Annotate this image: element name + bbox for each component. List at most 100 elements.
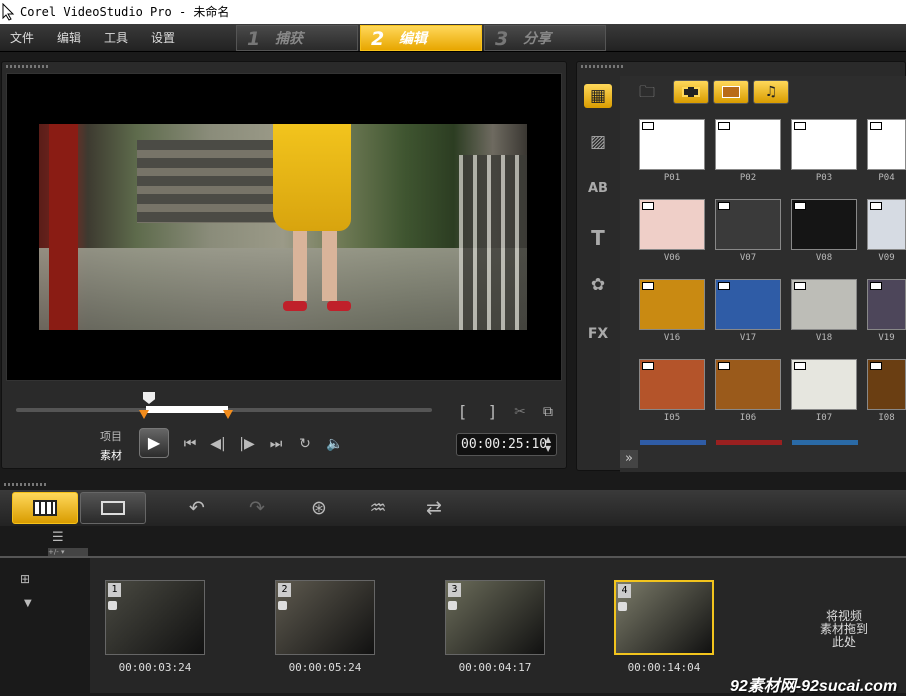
library-thumbnail[interactable]: [639, 119, 705, 170]
storyboard-clip[interactable]: 2: [275, 580, 375, 655]
thumbnail-label: P02: [739, 173, 757, 183]
thumbnail-label: V08: [815, 253, 833, 263]
menu-edit[interactable]: 编辑: [57, 24, 81, 52]
video-filter-icon: [682, 87, 700, 97]
thumbnail-label: P01: [663, 173, 681, 183]
menu-file[interactable]: 文件: [10, 24, 34, 52]
show-video-tab[interactable]: [673, 80, 709, 104]
film-strip-icon: [642, 202, 654, 210]
trim-out-marker[interactable]: [223, 410, 233, 419]
menu-settings[interactable]: 设置: [151, 24, 175, 52]
repeat-icon[interactable]: ↻: [294, 433, 316, 455]
library-thumbnail[interactable]: [791, 279, 857, 330]
end-icon[interactable]: ⏭: [265, 433, 287, 455]
graphic-icon[interactable]: ✿: [584, 273, 612, 297]
thumbnail-label: V09: [878, 253, 895, 263]
library-thumbnail[interactable]: [639, 359, 705, 410]
library-thumbnail[interactable]: [715, 279, 781, 330]
mark-in-button[interactable]: [: [452, 401, 474, 423]
split-clip-icon[interactable]: ✂: [509, 401, 531, 423]
show-audio-tab[interactable]: ♫: [753, 80, 789, 104]
library-thumbnail[interactable]: [639, 199, 705, 250]
film-strip-icon: [718, 122, 730, 130]
storyboard-view-button[interactable]: [12, 492, 78, 524]
step-tab-capture[interactable]: 1 捕获: [236, 25, 358, 51]
library-thumbnail[interactable]: [715, 119, 781, 170]
film-strip-icon: [642, 362, 654, 370]
home-icon[interactable]: ⏮: [179, 433, 201, 455]
trim-in-marker[interactable]: [139, 410, 149, 419]
watermark: 92素材网-92sucai.com: [730, 678, 898, 695]
film-strip-icon: [642, 122, 654, 130]
mark-out-button[interactable]: ]: [481, 401, 503, 423]
film-strip-icon: [794, 122, 806, 130]
media-icon[interactable]: ▦: [584, 84, 612, 108]
film-strip-icon: [718, 282, 730, 290]
title-ab-icon[interactable]: AB: [584, 177, 612, 201]
clip-number: 1: [108, 583, 121, 597]
drop-hint: 将视频 素材拖到 此处: [819, 609, 868, 649]
partial-thumbnail: [640, 440, 706, 445]
record-capture-icon[interactable]: ⊛: [305, 495, 333, 521]
thumbnail-label: P03: [815, 173, 833, 183]
library-thumbnail[interactable]: [715, 199, 781, 250]
library-thumbnail[interactable]: [715, 359, 781, 410]
text-title-icon[interactable]: T: [584, 226, 612, 250]
library-thumbnail[interactable]: [867, 279, 906, 330]
step-tab-share[interactable]: 3 分享: [484, 25, 606, 51]
library-thumbnail[interactable]: [791, 359, 857, 410]
redo-icon[interactable]: ↷: [243, 495, 271, 521]
panel-grip[interactable]: [581, 65, 625, 68]
chevron-down-icon[interactable]: ▼: [24, 598, 32, 609]
panel-grip[interactable]: [6, 65, 50, 68]
enlarge-preview-icon[interactable]: ⧉: [537, 401, 559, 423]
timeline-view-button[interactable]: [80, 492, 146, 524]
thumbnail-label: P04: [878, 173, 895, 183]
speaker-icon: [108, 601, 117, 610]
expand-library-button[interactable]: »: [620, 450, 638, 468]
auto-music-icon[interactable]: ⇄: [420, 495, 448, 521]
library-thumbnail[interactable]: [867, 119, 906, 170]
storyboard-clip[interactable]: 1: [105, 580, 205, 655]
undo-icon[interactable]: ↶: [183, 495, 211, 521]
track-manager-icon[interactable]: ☰: [52, 531, 74, 545]
mode-clip-label[interactable]: 素材: [100, 447, 122, 463]
play-button[interactable]: ▶: [139, 428, 169, 458]
filter-fx-icon[interactable]: FX: [584, 322, 612, 346]
film-strip-icon: [718, 202, 730, 210]
thumbnail-label: V07: [739, 253, 757, 263]
storyboard-clip[interactable]: 4: [614, 580, 714, 655]
step-tab-edit[interactable]: 2 编辑: [360, 25, 482, 51]
thumbnail-label: V18: [815, 333, 833, 343]
timecode-stepper[interactable]: ▲ ▼: [545, 435, 551, 453]
timeline-icon: [101, 501, 125, 515]
mode-project-label[interactable]: 项目: [100, 428, 122, 444]
partial-thumbnail: [716, 440, 782, 445]
film-strip-icon: [794, 362, 806, 370]
menu-tools[interactable]: 工具: [104, 24, 128, 52]
library-thumbnail[interactable]: [867, 359, 906, 410]
storyboard-clip[interactable]: 3: [445, 580, 545, 655]
panel-grip[interactable]: [4, 483, 48, 486]
transition-icon[interactable]: ▨: [584, 130, 612, 154]
thumbnail-label: I06: [739, 413, 757, 423]
film-strip-icon: [794, 202, 806, 210]
ripple-edit-icon[interactable]: ⊞: [20, 572, 30, 586]
speaker-icon: [278, 601, 287, 610]
library-thumbnail[interactable]: [867, 199, 906, 250]
library-thumbnail[interactable]: [639, 279, 705, 330]
clip-duration: 00:00:14:04: [627, 661, 701, 674]
library-thumbnail[interactable]: [791, 119, 857, 170]
clip-duration: 00:00:03:24: [118, 661, 192, 674]
sound-mixer-icon[interactable]: ♒: [364, 495, 392, 521]
show-photo-tab[interactable]: [713, 80, 749, 104]
menu-bar: 文件 编辑 工具 设置 1 捕获 2 编辑 3 分享: [0, 24, 906, 52]
folder-icon[interactable]: 🗀: [636, 81, 658, 103]
next-frame-icon[interactable]: |▶: [236, 433, 258, 455]
thumbnail-label: V19: [878, 333, 895, 343]
zoom-control[interactable]: +/- ▾: [48, 548, 88, 556]
timecode-display[interactable]: 00:00:25:10: [456, 433, 557, 456]
volume-icon[interactable]: 🔈: [324, 433, 346, 455]
previous-frame-icon[interactable]: ◀|: [207, 433, 229, 455]
library-thumbnail[interactable]: [791, 199, 857, 250]
